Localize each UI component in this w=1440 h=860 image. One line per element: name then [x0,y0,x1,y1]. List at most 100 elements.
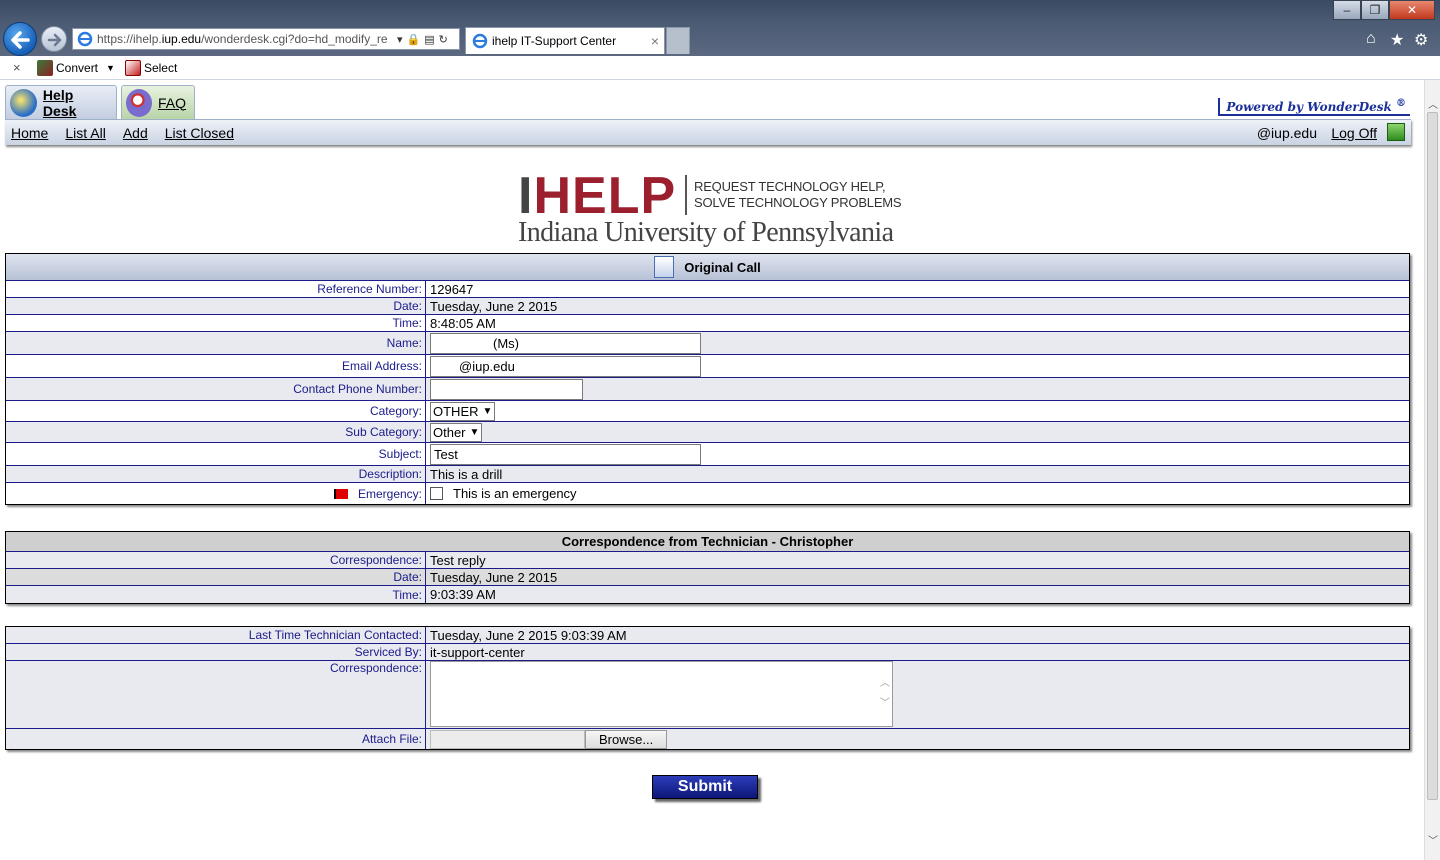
dropdown-caret-icon[interactable]: ▾ [397,33,403,46]
arrow-left-icon [11,31,30,49]
browser-tab-active[interactable]: ihelp IT-Support Center × [465,27,665,54]
row-serviced: Serviced By: it-support-center [6,644,1409,661]
forward-button[interactable] [41,26,67,52]
category-select[interactable]: OTHER ▼ [430,401,496,421]
close-toolbar-icon[interactable]: × [13,60,27,75]
row-description: Description: This is a drill [6,466,1409,483]
emergency-checkbox[interactable] [430,487,443,500]
email-input[interactable]: @iup.edu [430,355,701,377]
back-button[interactable] [3,22,37,56]
nav-add[interactable]: Add [123,125,148,141]
browser-chrome: https://ihelp.iup.edu/wonderdesk.cgi?do=… [0,0,1440,80]
submit-button[interactable]: Submit [652,775,758,799]
row-reply-corr: Correspondence: ︿ ﹀ [6,661,1409,729]
row-attach: Attach File: Browse... [6,729,1409,749]
reference-label: Reference Number: [6,281,426,297]
correspondence-header: Correspondence from Technician - Christo… [6,532,1409,552]
phone-label: Contact Phone Number: [6,378,426,400]
row-time: Time: 8:48:05 AM [6,315,1409,332]
phone-input[interactable] [430,378,583,400]
browse-button[interactable]: Browse... [585,729,668,749]
url-text[interactable]: https://ihelp.iup.edu/wonderdesk.cgi?do=… [97,32,393,46]
original-call-panel: Original Call Reference Number: 129647 D… [5,253,1410,505]
ihelp-logo: IHELP REQUEST TECHNOLOGY HELP, SOLVE TEC… [518,170,902,253]
time-value: 8:48:05 AM [430,315,496,331]
home-icon[interactable]: ⌂ [1366,30,1376,48]
logo-divider [685,175,687,215]
log-off-link[interactable]: Log Off [1331,125,1377,141]
description-label: Description: [6,466,426,482]
nav-list-closed[interactable]: List Closed [165,125,234,141]
page-scrollbar[interactable]: ︿ ﹀ [1424,80,1440,860]
nav-home[interactable]: Home [11,125,48,141]
refresh-icon[interactable]: ↻ [439,33,448,46]
help-desk-icon [10,88,37,117]
user-email: @iup.edu [1256,124,1317,141]
logo-university: Indiana University of Pennsylvania [518,217,894,248]
name-input[interactable]: (Ms) [430,332,701,354]
maximize-button[interactable]: ❐ [1361,0,1389,20]
document-icon [654,256,675,278]
emergency-text: This is an emergency [453,486,577,501]
reply-panel: Last Time Technician Contacted: Tuesday,… [5,626,1410,750]
date-value: Tuesday, June 2 2015 [430,298,558,314]
email-label: Email Address: [6,355,426,377]
red-flag-icon [333,488,348,499]
correspondence-textarea[interactable]: ︿ ﹀ [430,661,893,727]
exit-icon[interactable] [1387,123,1405,141]
textarea-scroll-arrows[interactable]: ︿ ﹀ [880,674,890,714]
gear-icon[interactable]: ⚙ [1414,30,1428,50]
corr-label: Correspondence: [6,552,426,568]
row-last-contact: Last Time Technician Contacted: Tuesday,… [6,627,1409,644]
original-call-header: Original Call [6,254,1409,281]
chevron-down-icon[interactable]: ▼ [106,63,115,73]
row-reference: Reference Number: 129647 [6,281,1409,298]
correspondence-title: Correspondence from Technician - Christo… [561,534,854,549]
emergency-label-cell: Emergency: [6,483,426,504]
row-subcategory: Sub Category: Other ▼ [6,422,1409,443]
address-bar[interactable]: https://ihelp.iup.edu/wonderdesk.cgi?do=… [72,28,460,50]
convert-button[interactable]: Convert ▼ [37,59,115,76]
app-navbar: Home List All Add List Closed @iup.edu L… [5,119,1411,145]
category-label: Category: [6,401,426,421]
row-subject: Subject: Test [6,443,1409,466]
close-window-button[interactable]: ✕ [1389,0,1435,20]
attach-file-field[interactable] [430,729,585,749]
logo-tagline-1: REQUEST TECHNOLOGY HELP, [694,179,886,194]
tab-help-desk[interactable]: Help Desk [5,85,117,119]
last-contact-label: Last Time Technician Contacted: [6,627,426,643]
pdf-select-icon [124,59,141,76]
browser-titlebar: https://ihelp.iup.edu/wonderdesk.cgi?do=… [0,0,1440,56]
select-label: Select [143,60,178,75]
pdf-convert-icon [37,59,53,76]
chevron-down-icon: ▼ [482,405,493,417]
row-phone: Contact Phone Number: [6,378,1409,401]
description-value: This is a drill [430,466,503,482]
attach-label: Attach File: [6,729,426,749]
close-tab-icon[interactable]: × [646,33,664,49]
convert-label: Convert [56,60,99,75]
new-tab-button[interactable] [666,27,690,54]
favorites-star-icon[interactable]: ★ [1390,30,1404,50]
scroll-thumb[interactable] [1427,112,1438,800]
command-bar: × Convert ▼ Select [0,56,1440,80]
tab-faq[interactable]: FAQ [121,85,195,119]
scroll-up-icon[interactable]: ︿ [1425,96,1440,112]
subcategory-value: Other [433,424,466,440]
row-emergency: Emergency: This is an emergency [6,483,1409,504]
row-corr-date: Date: Tuesday, June 2 2015 [6,569,1409,586]
subcategory-select[interactable]: Other ▼ [430,422,483,442]
last-contact-value: Tuesday, June 2 2015 9:03:39 AM [430,627,627,643]
name-label: Name: [6,332,426,354]
minimize-button[interactable]: – [1333,0,1361,20]
nav-list-all[interactable]: List All [65,125,105,141]
subject-input[interactable]: Test [430,443,701,465]
category-value: OTHER [433,403,479,419]
select-button[interactable]: Select [124,59,178,76]
lock-icon[interactable]: 🔒 [407,33,421,46]
scroll-down-icon[interactable]: ﹀ [1425,832,1440,848]
powered-by-link[interactable]: Powered by WonderDesk ® [1218,98,1410,116]
row-date: Date: Tuesday, June 2 2015 [6,298,1409,315]
compat-view-icon[interactable]: ▤ [424,33,434,46]
reference-value: 129647 [430,281,474,297]
